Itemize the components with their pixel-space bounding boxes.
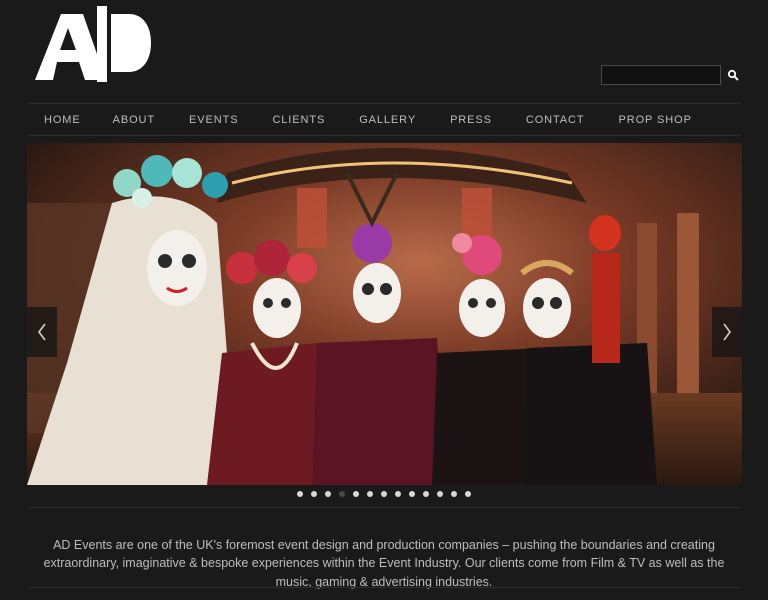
hero-slider[interactable] [27,143,742,485]
slider-dot[interactable] [423,491,429,497]
slider-dot[interactable] [297,491,303,497]
slider-pagination [0,491,768,497]
nav-home[interactable]: HOME [28,114,113,126]
slider-dot[interactable] [325,491,331,497]
slider-dot[interactable] [395,491,401,497]
nav-clients[interactable]: CLIENTS [255,114,342,126]
slider-dot[interactable] [311,491,317,497]
nav-events[interactable]: EVENTS [172,114,255,126]
divider [28,587,741,588]
about-text: AD Events are one of the UK's foremost e… [43,537,725,589]
chevron-right-icon [723,323,731,341]
slider-dot[interactable] [465,491,471,497]
chevron-left-icon [38,323,46,341]
slider-next-button[interactable] [712,307,742,357]
nav-prop-shop[interactable]: PROP SHOP [602,114,709,126]
nav-press[interactable]: PRESS [433,114,509,126]
search-box [601,65,742,85]
slider-prev-button[interactable] [27,307,57,357]
slider-dot[interactable] [353,491,359,497]
slider-dot[interactable] [451,491,457,497]
slider-dot[interactable] [381,491,387,497]
nav-gallery[interactable]: GALLERY [342,114,433,126]
page: HOME ABOUT EVENTS CLIENTS GALLERY PRESS … [0,0,768,600]
ad-logo[interactable] [35,6,151,82]
slider-dot[interactable] [367,491,373,497]
divider [28,507,741,508]
main-nav: HOME ABOUT EVENTS CLIENTS GALLERY PRESS … [28,103,741,136]
nav-about[interactable]: ABOUT [113,114,172,126]
search-icon[interactable] [724,65,742,85]
slider-dot[interactable] [339,491,345,497]
search-input[interactable] [601,65,721,85]
slider-dot[interactable] [437,491,443,497]
hero-photo [27,143,742,485]
nav-contact[interactable]: CONTACT [509,114,602,126]
slider-dot[interactable] [409,491,415,497]
